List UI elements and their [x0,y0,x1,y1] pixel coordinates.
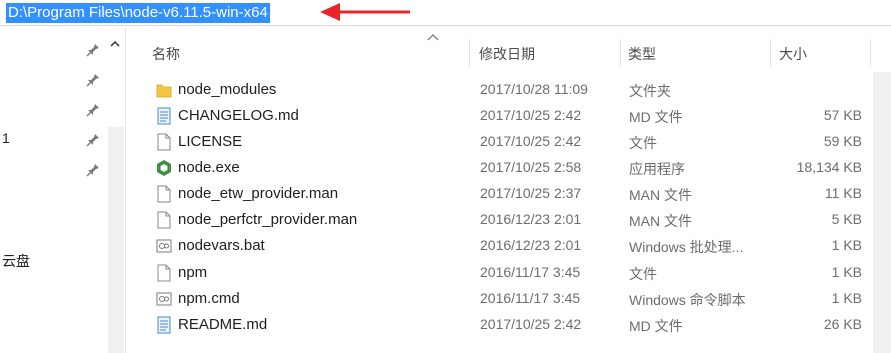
file-size: 1 KB [831,290,862,306]
sort-ascending-icon [427,34,439,41]
column-modified[interactable]: 修改日期 [479,44,535,64]
file-type: 文件 [629,266,657,282]
file-type: Windows 命令脚本 [629,292,746,308]
column-header: 名称 修改日期 类型 大小 [127,27,891,72]
file-type: 文件 [629,135,657,151]
file-modified: 2017/10/28 11:09 [480,81,588,97]
file-size: 18,134 KB [796,159,862,175]
file-row[interactable]: LICENSE 2017/10/25 2:42 文件 59 KB [127,129,872,155]
navigation-pane[interactable]: 1 云盘 [0,27,126,353]
file-name[interactable]: node_perfctr_provider.man [178,211,357,228]
file-modified: 2016/11/17 3:45 [480,290,581,306]
generic-file-icon [157,211,171,229]
pin-icon[interactable] [86,73,100,87]
file-size: 5 KB [831,211,862,227]
file-type: MD 文件 [629,318,683,334]
file-type: MAN 文件 [629,187,692,203]
nav-item-partial-label[interactable]: 1 [2,130,10,146]
file-modified: 2017/10/25 2:42 [480,107,582,123]
file-name[interactable]: nodevars.bat [178,237,265,254]
file-row[interactable]: node.exe 2017/10/25 2:58 应用程序 18,134 KB [127,155,872,181]
file-modified: 2017/10/25 2:42 [480,316,582,332]
column-divider[interactable] [770,39,771,67]
address-path[interactable]: D:\Program Files\node-v6.11.5-win-x64 [6,3,270,23]
pin-icon[interactable] [86,103,100,117]
file-row[interactable]: npm 2016/11/17 3:45 文件 1 KB [127,260,872,286]
file-row[interactable]: nodevars.bat 2016/12/23 2:01 Windows 批处理… [127,233,872,259]
file-type: Windows 批处理... [629,239,744,255]
file-row[interactable]: node_etw_provider.man 2017/10/25 2:37 MA… [127,181,872,207]
nav-item-cloud-drive[interactable]: 云盘 [2,251,30,271]
markdown-file-icon [157,107,171,125]
file-size: 26 KB [823,316,862,332]
file-size: 59 KB [823,133,862,149]
column-size[interactable]: 大小 [779,44,807,64]
file-name[interactable]: node_etw_provider.man [178,185,338,202]
column-type[interactable]: 类型 [628,44,656,64]
file-name[interactable]: README.md [178,316,267,333]
file-modified: 2016/12/23 2:01 [480,237,582,253]
nav-scrollbar[interactable] [108,127,124,353]
file-type: MD 文件 [629,109,683,125]
markdown-file-icon [157,316,171,334]
file-modified: 2017/10/25 2:42 [480,133,582,149]
pin-icon[interactable] [86,133,100,147]
file-modified: 2016/11/17 3:45 [480,264,581,280]
file-modified: 2017/10/25 2:58 [480,159,582,175]
file-list-scrollbar[interactable] [873,72,891,353]
file-modified: 2016/12/23 2:01 [480,211,582,227]
nav-scroll-up-icon[interactable] [108,37,122,51]
file-type: 文件夹 [629,83,671,99]
folder-icon [156,84,172,98]
file-row[interactable]: README.md 2017/10/25 2:42 MD 文件 26 KB [127,312,872,338]
column-name[interactable]: 名称 [152,44,180,64]
address-bar[interactable]: D:\Program Files\node-v6.11.5-win-x64 [0,0,891,26]
file-name[interactable]: LICENSE [178,133,242,150]
file-row[interactable]: node_perfctr_provider.man 2016/12/23 2:0… [127,207,872,233]
batch-file-icon [156,239,172,253]
batch-file-icon [156,292,172,306]
column-divider[interactable] [469,39,470,67]
file-name[interactable]: CHANGELOG.md [178,107,299,124]
generic-file-icon [157,185,171,203]
file-size: 11 KB [824,185,862,201]
file-name[interactable]: npm.cmd [178,290,240,307]
column-divider[interactable] [620,39,621,67]
file-size: 1 KB [831,264,862,280]
pin-icon[interactable] [86,43,100,57]
file-row[interactable]: node_modules 2017/10/28 11:09 文件夹 [127,77,872,103]
file-modified: 2017/10/25 2:37 [480,185,582,201]
file-type: 应用程序 [629,161,685,177]
file-size: 1 KB [831,237,862,253]
pin-icon[interactable] [86,163,100,177]
generic-file-icon [157,133,171,151]
red-arrow-annotation [320,3,410,21]
column-divider[interactable] [870,39,871,67]
file-size: 57 KB [823,107,862,123]
file-row[interactable]: CHANGELOG.md 2017/10/25 2:42 MD 文件 57 KB [127,103,872,129]
file-type: MAN 文件 [629,213,692,229]
file-name[interactable]: node.exe [178,159,240,176]
nodejs-app-icon [157,160,171,176]
file-name[interactable]: node_modules [178,81,276,98]
generic-file-icon [157,264,171,282]
file-row[interactable]: npm.cmd 2016/11/17 3:45 Windows 命令脚本 1 K… [127,286,872,312]
file-name[interactable]: npm [178,264,207,281]
